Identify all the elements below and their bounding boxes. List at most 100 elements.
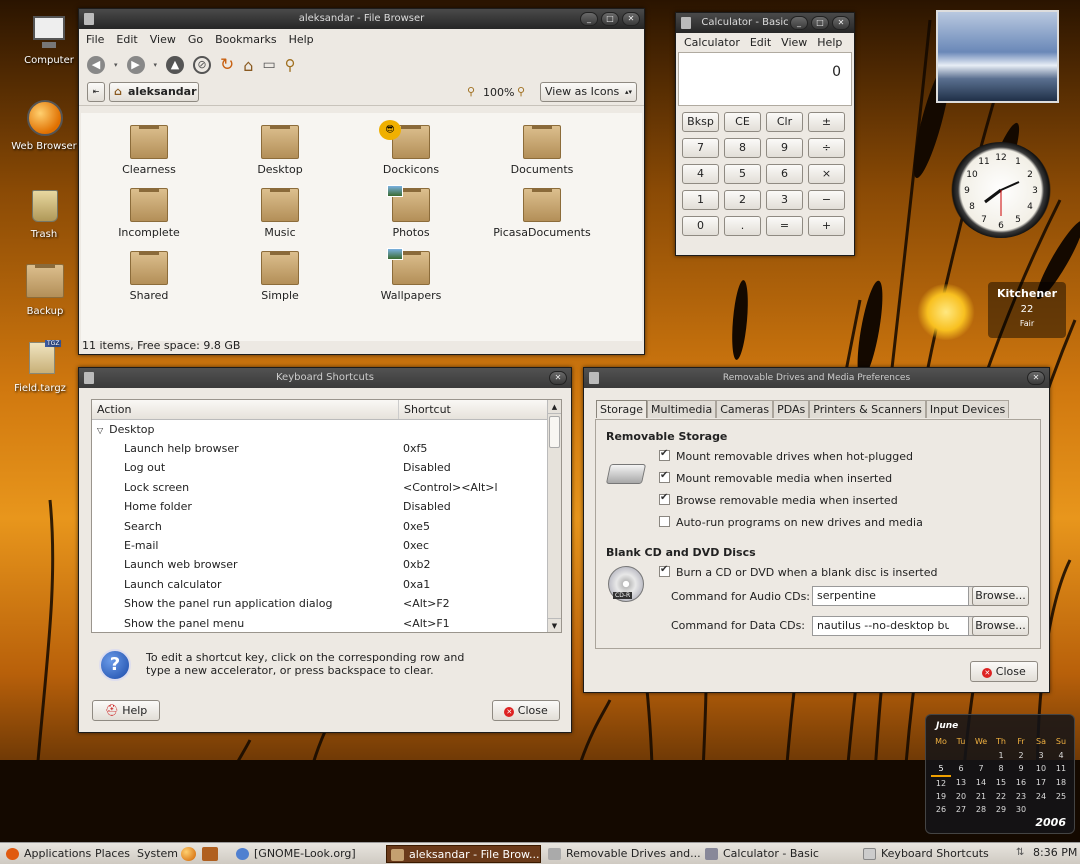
- key-3[interactable]: 3: [766, 190, 803, 210]
- calendar-day[interactable]: 13: [951, 776, 971, 790]
- table-row[interactable]: Lock screen <Control><Alt>l: [92, 478, 561, 497]
- file-browser-titlebar[interactable]: aleksandar - File Browser _ □ ✕: [79, 9, 644, 29]
- calendar-day[interactable]: 29: [991, 803, 1011, 817]
- menu-view[interactable]: View: [781, 36, 807, 49]
- storage-option[interactable]: Mount removable media when inserted: [659, 470, 892, 485]
- desktop-icon-field-targz[interactable]: TGZ Field.targz: [0, 340, 80, 394]
- key-backspace[interactable]: Bksp: [682, 112, 719, 132]
- menu-bookmarks[interactable]: Bookmarks: [215, 33, 276, 46]
- calendar-day[interactable]: 18: [1051, 776, 1071, 790]
- tab-input-devices[interactable]: Input Devices: [925, 400, 1010, 418]
- removable-drives-titlebar[interactable]: Removable Drives and Media Preferences ✕: [584, 368, 1049, 388]
- calendar-day[interactable]: 27: [951, 803, 971, 817]
- calendar-day[interactable]: 6: [951, 762, 971, 776]
- key-0[interactable]: 0: [682, 216, 719, 236]
- folder-item[interactable]: Clearness: [89, 125, 209, 176]
- calendar-day[interactable]: 15: [991, 776, 1011, 790]
- checkbox[interactable]: [659, 448, 670, 461]
- minimize-button[interactable]: _: [790, 16, 808, 30]
- keyboard-shortcuts-titlebar[interactable]: Keyboard Shortcuts ✕: [79, 368, 571, 388]
- computer-icon[interactable]: ▭: [262, 57, 275, 73]
- folder-item[interactable]: Shared: [89, 251, 209, 302]
- scrollbar-thumb[interactable]: [549, 416, 560, 448]
- taskbar-item-gnome-look[interactable]: [GNOME-Look.org]: [232, 845, 356, 863]
- calculator-window[interactable]: Calculator - Basic _ □ ✕ Calculator Edit V…: [675, 12, 855, 256]
- tab-printers-scanners[interactable]: Printers & Scanners: [809, 400, 926, 418]
- desktop-icon-computer[interactable]: Computer: [9, 12, 89, 66]
- calendar-day[interactable]: 10: [1031, 762, 1051, 776]
- close-button[interactable]: ✕: [622, 12, 640, 26]
- column-header-action[interactable]: Action: [92, 400, 399, 419]
- calendar-widget[interactable]: June Mo Tu We Th Fr Sa Su 1234 5 6 7 8 9 10 11 12 13 1…: [925, 714, 1075, 834]
- taskbar-item-removable-drives[interactable]: Removable Drives and...: [544, 845, 701, 863]
- keyboard-shortcuts-window[interactable]: Keyboard Shortcuts ✕ Action Shortcut ▽ De…: [78, 367, 572, 733]
- folder-item[interactable]: 😎 Dockicons: [351, 120, 471, 176]
- storage-option[interactable]: Browse removable media when inserted: [659, 492, 898, 507]
- audio-command-combo[interactable]: serpentine ▴▾: [812, 586, 988, 606]
- calendar-day[interactable]: 1: [991, 749, 1011, 763]
- calendar-day[interactable]: 17: [1031, 776, 1051, 790]
- key-2[interactable]: 2: [724, 190, 761, 210]
- expander-icon[interactable]: ▽: [97, 426, 103, 435]
- scroll-up-icon[interactable]: ▲: [548, 400, 561, 414]
- folder-item[interactable]: Documents: [482, 125, 602, 176]
- calendar-day[interactable]: 30: [1011, 803, 1031, 817]
- checkbox[interactable]: [659, 492, 670, 505]
- close-button[interactable]: ✕: [549, 371, 567, 385]
- checkbox[interactable]: [659, 564, 670, 577]
- shortcuts-group-row[interactable]: ▽ Desktop: [92, 420, 561, 439]
- calendar-day[interactable]: [951, 749, 971, 763]
- reload-icon[interactable]: ↻: [220, 55, 234, 75]
- calendar-day[interactable]: 9: [1011, 762, 1031, 776]
- tab-pdas[interactable]: PDAs: [773, 400, 810, 418]
- calendar-day[interactable]: 16: [1011, 776, 1031, 790]
- chevron-down-icon[interactable]: ▾: [154, 61, 158, 69]
- menu-file[interactable]: File: [86, 33, 104, 46]
- folder-item[interactable]: Simple: [220, 251, 340, 302]
- system-menu[interactable]: System: [115, 845, 178, 863]
- calendar-day[interactable]: 3: [1031, 749, 1051, 763]
- table-row[interactable]: E-mail 0xec: [92, 536, 561, 555]
- browser-launcher-icon[interactable]: [181, 847, 196, 861]
- vertical-scrollbar[interactable]: ▲ ▼: [547, 400, 561, 632]
- calendar-day[interactable]: 28: [971, 803, 991, 817]
- folder-item[interactable]: Desktop: [220, 125, 340, 176]
- table-row[interactable]: Launch calculator 0xa1: [92, 575, 561, 594]
- key-6[interactable]: 6: [766, 164, 803, 184]
- burn-option[interactable]: Burn a CD or DVD when a blank disc is in…: [659, 564, 938, 579]
- table-row[interactable]: Show the panel menu <Alt>F1: [92, 614, 561, 633]
- photo-frame-widget[interactable]: [936, 10, 1059, 103]
- help-button[interactable]: ⛑ Help: [92, 700, 160, 721]
- key-divide[interactable]: ÷: [808, 138, 845, 158]
- key-multiply[interactable]: ×: [808, 164, 845, 184]
- clock-label[interactable]: 8:36 PM: [1033, 846, 1077, 859]
- zoom-in-icon[interactable]: ⚲: [517, 85, 525, 98]
- table-row[interactable]: Log out Disabled: [92, 458, 561, 477]
- zoom-out-icon[interactable]: ⚲: [467, 85, 475, 98]
- calendar-day[interactable]: 14: [971, 776, 991, 790]
- data-browse-button[interactable]: Browse...: [972, 616, 1029, 636]
- storage-option[interactable]: Auto-run programs on new drives and medi…: [659, 516, 923, 529]
- key-sign[interactable]: ±: [808, 112, 845, 132]
- location-back-button[interactable]: ⇤: [87, 82, 105, 102]
- taskbar-item-calculator[interactable]: Calculator - Basic: [701, 845, 819, 863]
- calendar-day[interactable]: 4: [1051, 749, 1071, 763]
- calendar-day[interactable]: 2: [1011, 749, 1031, 763]
- tab-storage[interactable]: Storage: [596, 400, 648, 418]
- home-icon[interactable]: ⌂: [243, 56, 253, 75]
- key-clear[interactable]: Clr: [766, 112, 803, 132]
- calendar-day[interactable]: 26: [931, 803, 951, 817]
- view-mode-select[interactable]: View as Icons ▴▾: [540, 82, 637, 102]
- folder-item[interactable]: Incomplete: [89, 188, 209, 239]
- chevron-down-icon[interactable]: ▾: [114, 61, 118, 69]
- calendar-day[interactable]: 23: [1011, 789, 1031, 803]
- calendar-day[interactable]: [931, 749, 951, 763]
- calendar-day[interactable]: 22: [991, 789, 1011, 803]
- key-subtract[interactable]: −: [808, 190, 845, 210]
- key-decimal[interactable]: .: [724, 216, 761, 236]
- up-icon[interactable]: ▲: [166, 56, 185, 74]
- table-row[interactable]: Launch help browser 0xf5: [92, 439, 561, 458]
- key-add[interactable]: +: [808, 216, 845, 236]
- menu-help[interactable]: Help: [817, 36, 842, 49]
- location-crumb[interactable]: ⌂ aleksandar: [109, 82, 199, 102]
